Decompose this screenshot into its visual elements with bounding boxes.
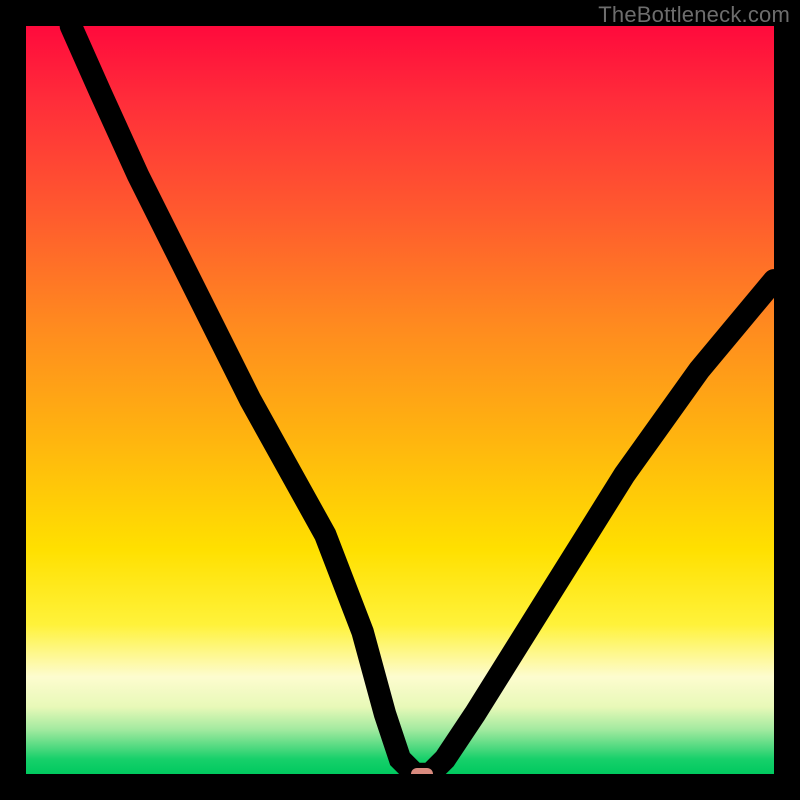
watermark-text: TheBottleneck.com <box>598 2 790 28</box>
optimum-marker <box>411 768 433 774</box>
bottleneck-curve <box>26 26 774 774</box>
plot-area <box>26 26 774 774</box>
chart-container: TheBottleneck.com <box>0 0 800 800</box>
